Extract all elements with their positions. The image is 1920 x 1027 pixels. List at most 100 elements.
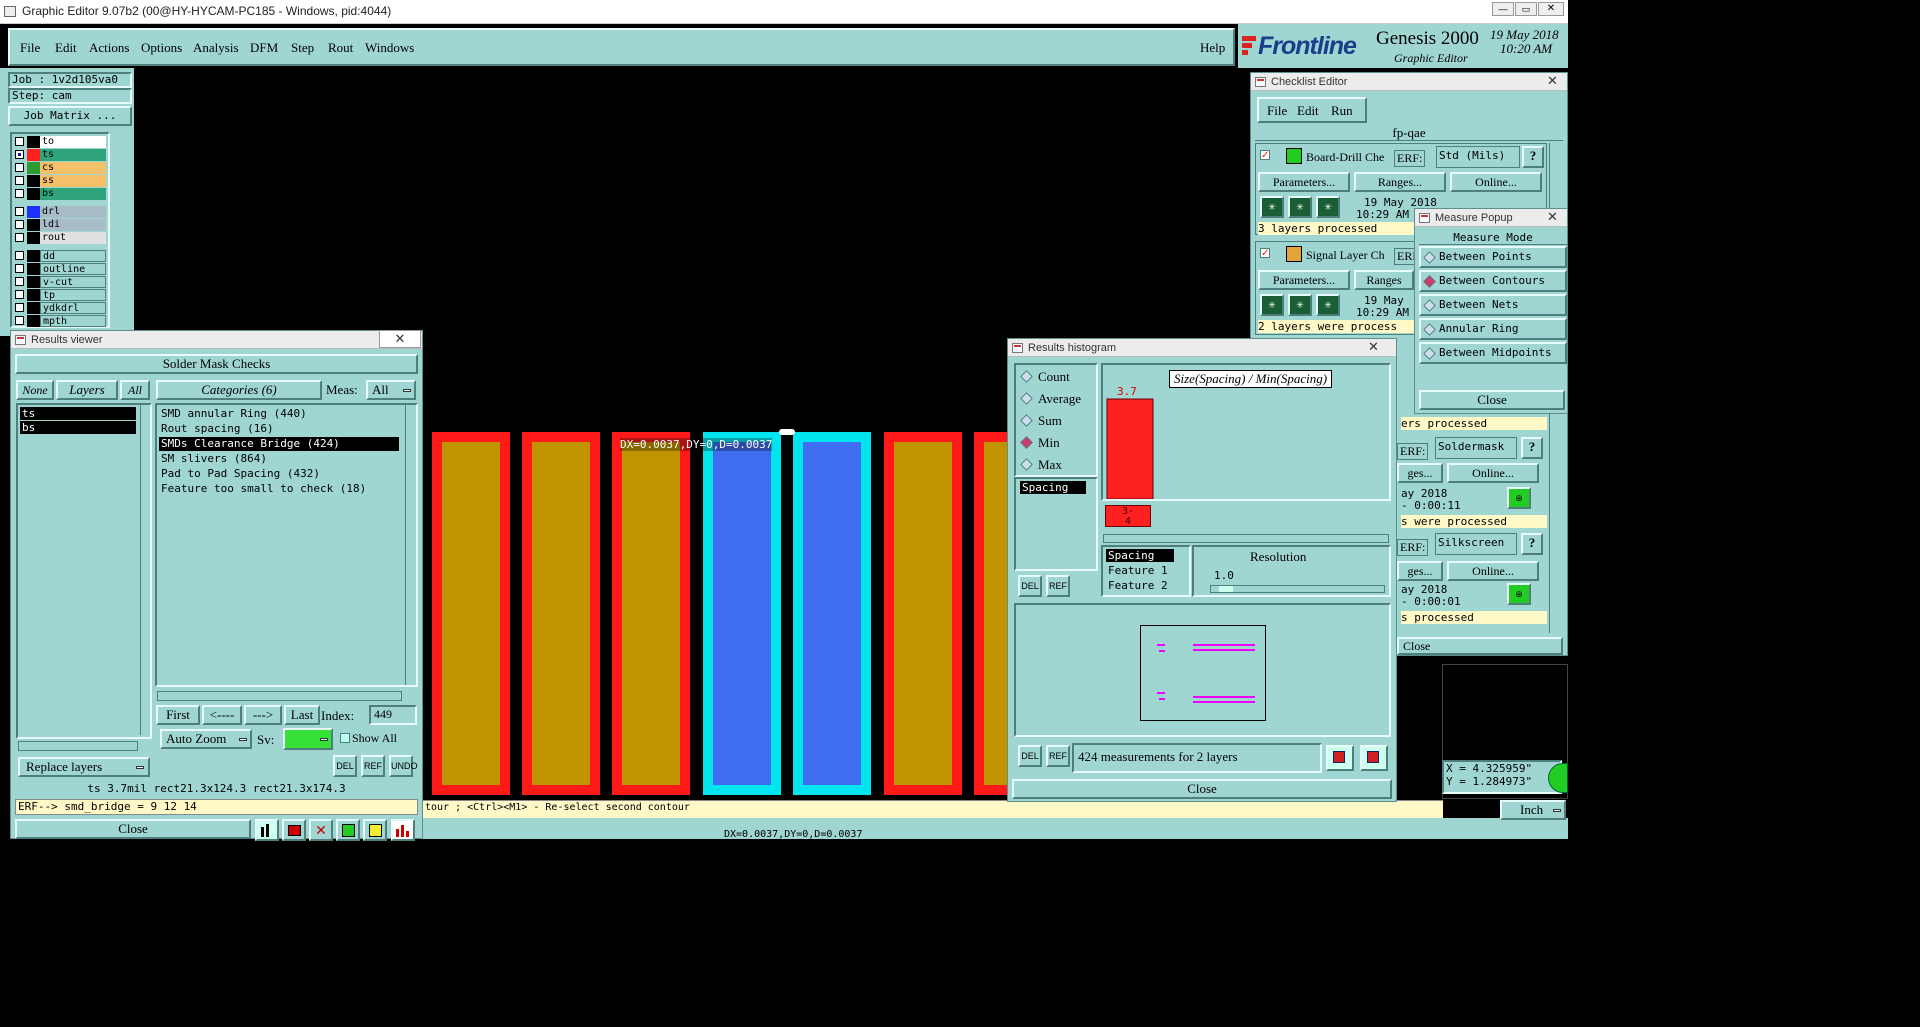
chart-tool-icon[interactable] [255,819,279,841]
check-item-1-online[interactable]: Online... [1450,172,1542,192]
checklist-menu-edit[interactable]: Edit [1297,103,1319,119]
check-item-3-ranges[interactable]: ges... [1397,463,1443,483]
measure-popup-close-button[interactable]: Close [1419,390,1565,410]
check-item-2-ranges[interactable]: Ranges [1354,270,1414,290]
run-icon[interactable]: ✳ [1316,294,1340,316]
job-matrix-button[interactable]: Job Matrix ... [8,106,132,126]
menu-windows[interactable]: Windows [365,40,414,56]
autozoom-dropdown[interactable]: Auto Zoom [160,729,252,749]
check-item-1-ranges[interactable]: Ranges... [1354,172,1446,192]
last-button[interactable]: Last [284,705,320,725]
measure-mode-between-nets[interactable]: Between Nets [1419,294,1567,316]
menu-actions[interactable]: Actions [89,40,129,56]
check-item-1-checkbox[interactable]: ✓ [1260,150,1270,161]
histogram-hscroll[interactable] [1103,534,1389,543]
layer-row[interactable]: tp [12,289,108,301]
layer-color-swatch[interactable] [27,206,40,218]
categories-listbox[interactable]: SMD annular Ring (440) Rout spacing (16) S… [155,403,418,687]
showall-checkbox[interactable] [340,733,350,743]
layer-row[interactable]: drl [12,206,108,218]
results-viewer-close-button[interactable]: Close [15,819,251,839]
check-item-3-online[interactable]: Online... [1447,463,1539,483]
layer-color-swatch[interactable] [27,263,40,275]
layer-color-swatch[interactable] [27,250,40,262]
layer-row[interactable]: rout [12,232,108,244]
layer-checkbox[interactable] [15,290,24,299]
cross-tool-icon[interactable]: ✕ [309,819,333,841]
layer-row[interactable]: cs [12,162,108,174]
histogram-attr-item[interactable]: Feature 2 [1106,579,1174,592]
histogram-graph-area[interactable]: Size(Spacing) / Min(Spacing) 3.7 [1101,363,1391,501]
layer-name[interactable]: ss [40,175,106,187]
menu-rout[interactable]: Rout [328,40,353,56]
run-icon[interactable]: ✳ [1288,196,1312,218]
menu-help[interactable]: Help [1200,40,1225,56]
layer-row[interactable]: ldi [12,219,108,231]
run-icon[interactable]: ✳ [1260,294,1284,316]
layer-row[interactable]: ss [12,175,108,187]
all-button[interactable]: All [120,380,150,400]
histogram-tool-icon[interactable] [391,819,415,841]
categories-scrollbar[interactable] [405,405,416,685]
histogram-attr-item[interactable]: Feature 1 [1106,564,1174,577]
layer-checkbox[interactable] [15,277,24,286]
measure-popup-close-icon[interactable]: ✕ [1547,209,1558,225]
layers-hscroll[interactable] [18,741,138,751]
next-button[interactable]: ---> [244,705,282,725]
layer-name[interactable]: ts [40,149,106,161]
checklist-menu-run[interactable]: Run [1331,103,1353,119]
layer-name[interactable]: rout [40,232,106,244]
help-icon[interactable]: ? [1521,533,1543,555]
layer-color-swatch[interactable] [27,289,40,301]
measure-mode-between-points[interactable]: Between Points [1419,246,1567,268]
zoom-icon[interactable]: ⊕ [1507,583,1531,605]
layer-checkbox[interactable] [15,207,24,216]
layer-checkbox[interactable] [15,316,24,325]
histogram-bar[interactable] [1106,398,1154,499]
results-layer-item[interactable]: ts [20,407,136,420]
category-item[interactable]: SM slivers (864) [159,452,399,466]
sv-color-dropdown[interactable] [283,728,333,750]
categories-button[interactable]: Categories (6) [156,380,322,400]
layer-color-swatch[interactable] [27,136,40,148]
layer-row[interactable]: ts [12,149,108,161]
layer-name[interactable]: to [40,136,106,148]
layer-name[interactable]: cs [40,162,106,174]
close-button[interactable]: ✕ [1538,2,1564,16]
check-item-1-parameters[interactable]: Parameters... [1258,172,1350,192]
units-dropdown[interactable]: Inch [1500,800,1566,820]
results-viewer-close-icon[interactable]: ✕ [379,330,421,348]
results-layer-item[interactable]: bs [20,421,136,434]
help-icon[interactable]: ? [1522,146,1544,168]
layer-checkbox[interactable] [15,264,24,273]
menu-dfm[interactable]: DFM [250,40,278,56]
none-button[interactable]: None [16,380,54,400]
layer-name[interactable]: mpth [40,315,106,327]
layer-color-swatch[interactable] [27,315,40,327]
undo-icon[interactable]: UNDO [389,755,418,777]
histogram-mode-max[interactable]: Max [1020,455,1096,475]
run-icon[interactable]: ✳ [1288,294,1312,316]
check-item-2-parameters[interactable]: Parameters... [1258,270,1350,290]
check-item-4-erf-value[interactable]: Silkscreen [1435,533,1517,555]
layer-row[interactable]: outline [12,263,108,275]
histogram-mode-count[interactable]: Count [1020,367,1096,387]
layer-name[interactable]: drl [40,206,106,218]
measure-mode-between-contours[interactable]: Between Contours [1419,270,1567,292]
histogram-list[interactable]: Spacing [1014,477,1098,571]
run-icon[interactable]: ✳ [1316,196,1340,218]
index-input[interactable]: 449 [369,705,417,725]
layer-name[interactable]: v-cut [40,276,106,288]
measure-mode-annular-ring[interactable]: Annular Ring [1419,318,1567,340]
layer-row[interactable]: bs [12,188,108,200]
layer-checkbox[interactable] [15,150,24,159]
layer-checkbox[interactable] [15,251,24,260]
layer-checkbox[interactable] [15,220,24,229]
layer-name[interactable]: outline [40,263,106,275]
check-item-4-ranges[interactable]: ges... [1397,561,1443,581]
prev-button[interactable]: <---- [202,705,242,725]
category-item[interactable]: SMDs Clearance Bridge (424) [159,437,399,451]
histogram-ref-icon[interactable]: REF [1046,575,1070,597]
layer-color-swatch[interactable] [27,175,40,187]
histogram-mode-sum[interactable]: Sum [1020,411,1096,431]
